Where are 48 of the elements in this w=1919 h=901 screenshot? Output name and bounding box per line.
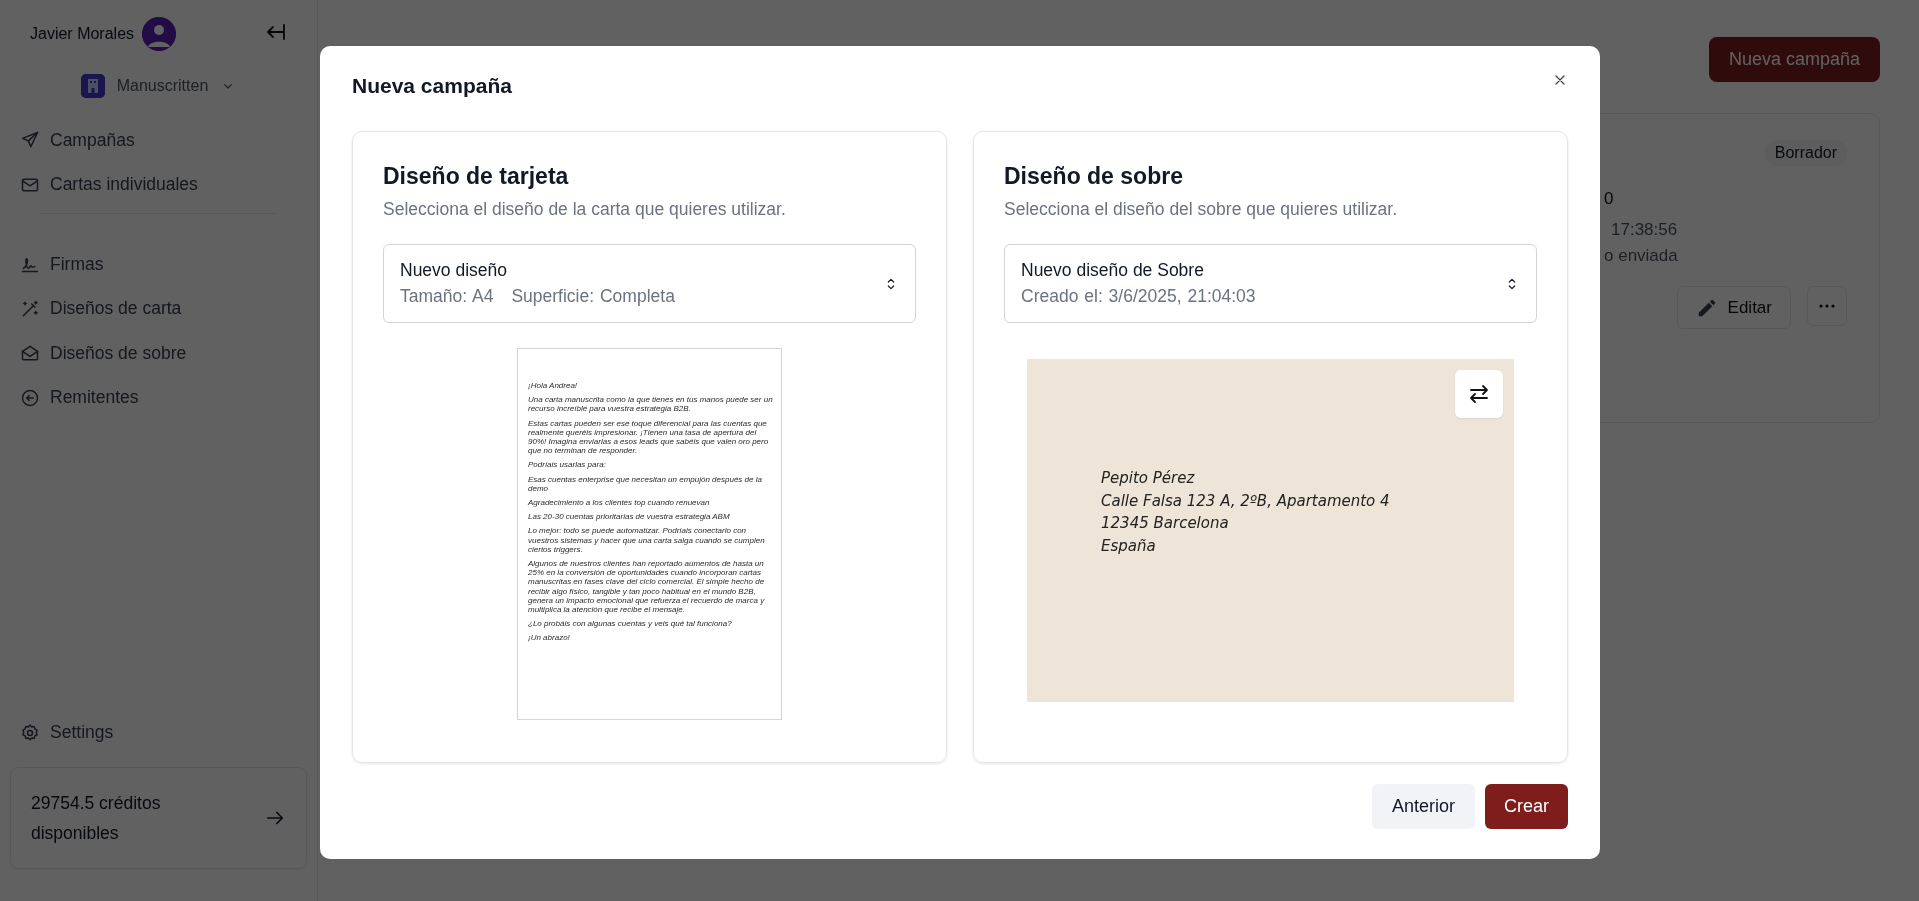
dialog-title: Nueva campaña	[352, 74, 512, 99]
building-icon	[80, 74, 105, 98]
sidebar-item[interactable]: Diseños de sobre	[10, 331, 307, 376]
sidebar-item[interactable]: Cartas individuales	[10, 162, 307, 207]
address-line: Calle Falsa 123 A, 2ºB, Apartamento 4	[1101, 490, 1391, 512]
sidebar-item[interactable]: Campañas	[10, 118, 307, 163]
letter-paragraph: Esas cuentas enterprise que necesitan un empujón después de la demo	[528, 474, 763, 494]
letter-paragraph: Lo mejor: todo se puede automatizar. Podríais conectarlo con vuestros sistemas y hacer que una carta salga cuando se cumplen ciertos triggers.	[528, 526, 766, 555]
card-design-select[interactable]: Nuevo diseño Tamaño: A4 Superficie: Completa	[383, 244, 916, 323]
campaign-count: 0	[1604, 189, 1614, 209]
letter-paragraph: Las 20-30 cuentas prioritarias de vuestra estrategia ABM	[528, 512, 731, 522]
swap-arrows-icon	[1467, 382, 1491, 406]
address-line: Pepito Pérez	[1101, 468, 1196, 489]
address-line: 12345 Barcelona	[1101, 513, 1230, 534]
letter-paragraph: Agradecimiento a los clientes top cuando renuevan	[528, 498, 711, 508]
avatar-icon[interactable]	[142, 17, 177, 51]
create-button[interactable]: Crear	[1485, 784, 1568, 829]
panel-title: Diseño de tarjeta	[383, 162, 570, 190]
envelope-design-select[interactable]: Nuevo diseño de Sobre Creado el: 3/6/2025, 21:04:03	[1004, 244, 1537, 323]
campaign-sent-status: o enviada	[1604, 246, 1678, 266]
edit-button[interactable]: Editar	[1676, 286, 1791, 329]
credits-card[interactable]: 29754.5 créditos disponibles	[10, 767, 307, 869]
swap-button[interactable]	[1455, 370, 1503, 418]
letter-paragraph: ¡Un abrazo!	[528, 633, 571, 643]
letter-paragraph: Algunos de nuestros clientes han reportado aumentos de hasta un 25% en la conversión de oportunidades cuando incorporan cartas manuscritas en fases clave del ciclo comercial. El simple hecho de recibir algo físico, tangible y tan poco habitual en el mundo B2B, genera un impacto emocional que refuerza el recuerdo de marca y multiplica la atención que recibe el mensaje.	[528, 559, 766, 615]
settings-icon	[20, 722, 40, 743]
campaign-date: 17:38:56	[1611, 220, 1678, 240]
previous-button[interactable]: Anterior	[1371, 784, 1475, 829]
status-badge: Borrador	[1764, 140, 1847, 166]
new-campaign-button[interactable]: Nueva campaña	[1708, 37, 1880, 82]
sidebar-item[interactable]: Diseños de carta	[10, 286, 307, 331]
settings-item[interactable]: Settings	[10, 710, 307, 755]
letter-paragraph: Podríais usarlas para:	[528, 460, 607, 470]
panel-subtitle: Selecciona el diseño de la carta que quieres utilizar.	[383, 198, 787, 220]
address-line: España	[1101, 535, 1157, 557]
letter-paragraph: Una carta manuscrita como la que tienes en tus manos puede ser un recurso increíble para vuestra estrategia B2B.	[528, 395, 773, 414]
organization-selector[interactable]: Manuscritten	[10, 68, 307, 104]
sidebar-item[interactable]: Remitentes	[10, 375, 307, 420]
sidebar-item[interactable]: Firmas	[10, 242, 307, 287]
user-name: Javier Morales	[30, 25, 135, 43]
letter-paragraph: Estas cartas pueden ser ese toque diferencial para las cuentas que realmente queréis impresionar. ¡Tienen una tasa de apertura del 90%! Imagina enviarlas a esos leads que sabéis que valen oro pero que no terminan de responder.	[528, 418, 770, 456]
magic-wand-icon	[20, 298, 40, 319]
letter-paragraph: ¿Lo probáis con algunas cuentas y veis qué tal funciona?	[528, 619, 733, 629]
panel-subtitle: Selecciona el diseño del sobre que quieres utilizar.	[1004, 198, 1399, 220]
panel-title: Diseño de sobre	[1004, 162, 1184, 190]
letter-paragraph: ¡Hola Andrea!	[528, 381, 579, 391]
more-icon	[1819, 304, 1835, 308]
arrow-circle-icon	[20, 387, 40, 408]
